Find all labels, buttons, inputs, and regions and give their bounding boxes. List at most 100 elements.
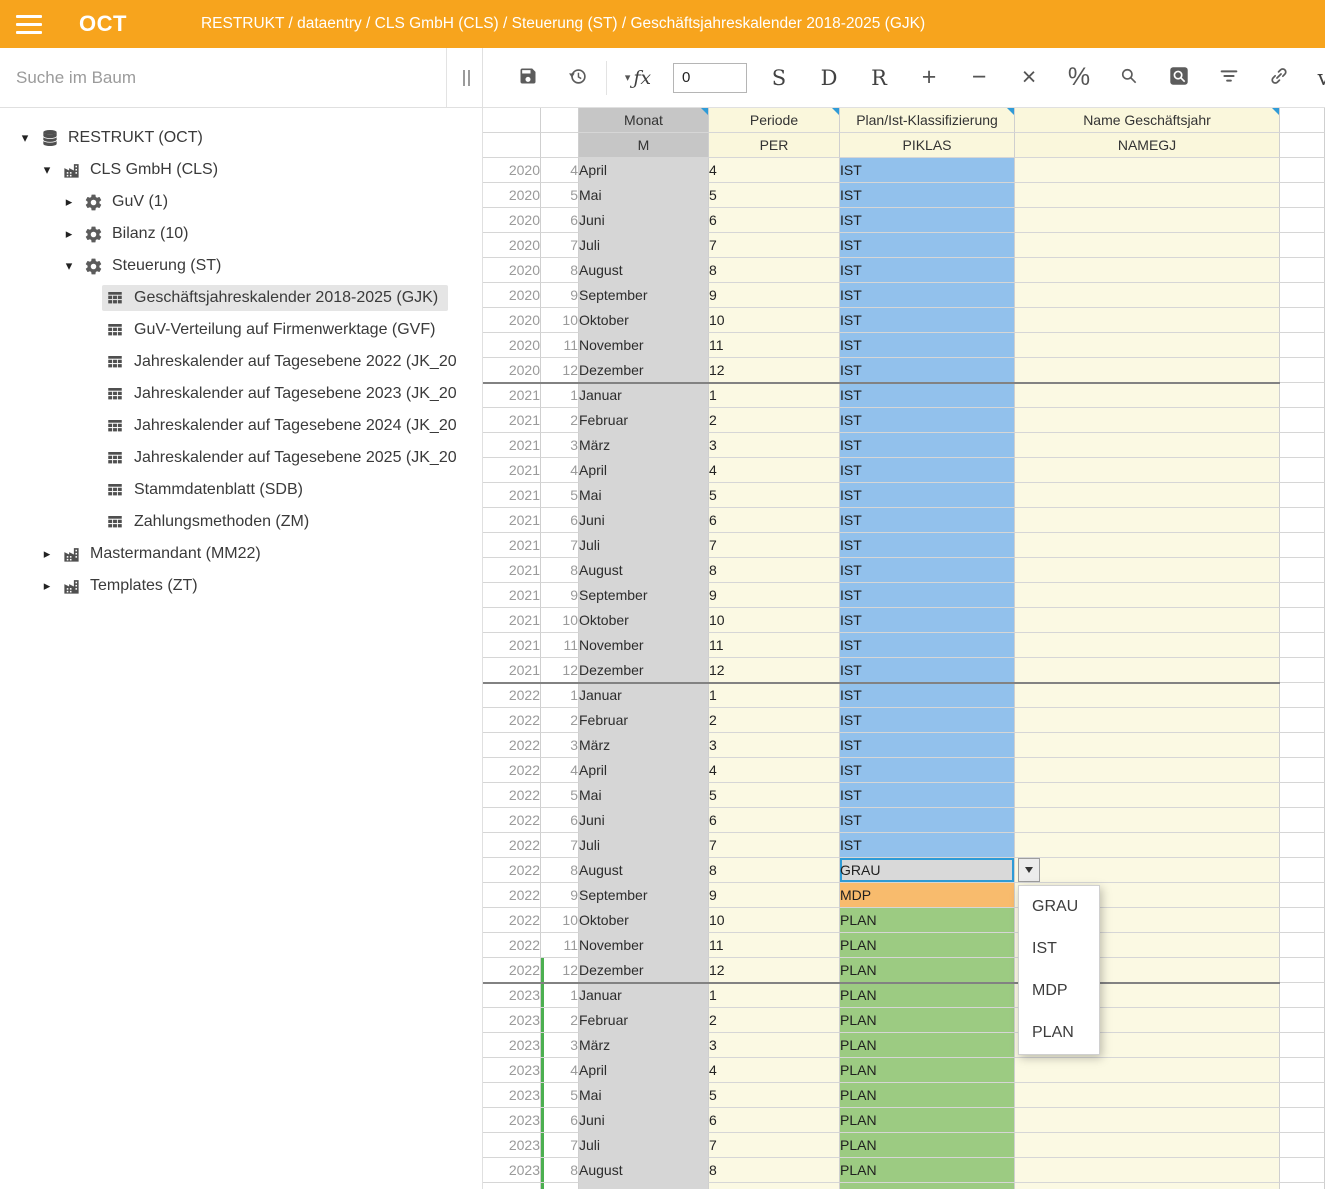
- cell-namegj[interactable]: [1015, 433, 1280, 458]
- subtract-button[interactable]: −: [954, 56, 1004, 100]
- tree-item[interactable]: ▾CLS GmbH (CLS): [0, 154, 482, 186]
- cell-monat[interactable]: Dezember: [579, 358, 709, 383]
- cell-piklas[interactable]: IST: [840, 183, 1015, 208]
- cell-piklas[interactable]: IST: [840, 683, 1015, 708]
- cell-piklas[interactable]: PLAN: [840, 1158, 1015, 1183]
- cell-periode[interactable]: 12: [709, 358, 840, 383]
- cell-periode[interactable]: 1: [709, 683, 840, 708]
- add-button[interactable]: +: [904, 56, 954, 100]
- cell-namegj[interactable]: [1015, 233, 1280, 258]
- tree-item[interactable]: Jahreskalender auf Tagesebene 2023 (JK_2…: [0, 378, 482, 410]
- cell-piklas[interactable]: IST: [840, 808, 1015, 833]
- cell-namegj[interactable]: [1015, 358, 1280, 383]
- tree-item-content[interactable]: Mastermandant (MM22): [58, 541, 271, 568]
- cell-monat[interactable]: März: [579, 733, 709, 758]
- cell-monat[interactable]: Mai: [579, 183, 709, 208]
- cell-namegj[interactable]: [1015, 733, 1280, 758]
- cell-monat[interactable]: September: [579, 283, 709, 308]
- cell-monat[interactable]: Mai: [579, 783, 709, 808]
- tree-item[interactable]: Geschäftsjahreskalender 2018-2025 (GJK): [0, 282, 482, 314]
- dropdown-option[interactable]: IST: [1019, 928, 1099, 970]
- cell-piklas[interactable]: GRAU: [840, 858, 1015, 883]
- cell-piklas[interactable]: IST: [840, 633, 1015, 658]
- cell-monat[interactable]: Oktober: [579, 908, 709, 933]
- cell-piklas[interactable]: IST: [840, 208, 1015, 233]
- cell-periode[interactable]: 7: [709, 233, 840, 258]
- cell-monat[interactable]: September: [579, 883, 709, 908]
- cell-periode[interactable]: 2: [709, 1008, 840, 1033]
- tree-item-content[interactable]: Zahlungsmethoden (ZM): [102, 509, 319, 535]
- cell-monat[interactable]: Oktober: [579, 308, 709, 333]
- tree-item-content[interactable]: Geschäftsjahreskalender 2018-2025 (GJK): [102, 285, 448, 311]
- cell-namegj[interactable]: [1015, 383, 1280, 408]
- cell-periode[interactable]: 3: [709, 433, 840, 458]
- tree-item[interactable]: Jahreskalender auf Tagesebene 2025 (JK_2…: [0, 442, 482, 474]
- link-button[interactable]: [1254, 56, 1304, 100]
- percent-button[interactable]: %: [1054, 56, 1104, 100]
- cell-namegj[interactable]: [1015, 258, 1280, 283]
- cell-piklas[interactable]: PLAN: [840, 958, 1015, 983]
- cell-monat[interactable]: Juli: [579, 533, 709, 558]
- cell-piklas[interactable]: PLAN: [840, 1083, 1015, 1108]
- tree-item-content[interactable]: Stammdatenblatt (SDB): [102, 477, 313, 503]
- chevron-right-icon[interactable]: ▸: [36, 546, 58, 562]
- cell-periode[interactable]: 11: [709, 633, 840, 658]
- cell-piklas[interactable]: PLAN: [840, 1008, 1015, 1033]
- cell-piklas[interactable]: IST: [840, 833, 1015, 858]
- cell-periode[interactable]: 7: [709, 533, 840, 558]
- tree-item-content[interactable]: Templates (ZT): [58, 573, 208, 600]
- tree-item-content[interactable]: Steuerung (ST): [80, 253, 231, 280]
- cell-periode[interactable]: 7: [709, 833, 840, 858]
- cell-piklas[interactable]: IST: [840, 658, 1015, 683]
- cell-periode[interactable]: 8: [709, 858, 840, 883]
- dropdown-option[interactable]: GRAU: [1019, 886, 1099, 928]
- cell-piklas[interactable]: PLAN: [840, 933, 1015, 958]
- cell-piklas[interactable]: IST: [840, 558, 1015, 583]
- cell-periode[interactable]: 5: [709, 1083, 840, 1108]
- chevron-right-icon[interactable]: ▸: [58, 226, 80, 242]
- cell-periode[interactable]: 12: [709, 658, 840, 683]
- tree-item[interactable]: ▸Templates (ZT): [0, 570, 482, 602]
- cell-monat[interactable]: Juni: [579, 508, 709, 533]
- tree-item-content[interactable]: GuV-Verteilung auf Firmenwerktage (GVF): [102, 317, 445, 343]
- chevron-down-icon[interactable]: ▾: [14, 130, 36, 146]
- cell-namegj[interactable]: [1015, 483, 1280, 508]
- cell-dropdown-button[interactable]: [1018, 858, 1040, 882]
- cell-piklas[interactable]: IST: [840, 233, 1015, 258]
- cell-periode[interactable]: 3: [709, 1033, 840, 1058]
- cell-periode[interactable]: 4: [709, 158, 840, 183]
- cell-monat[interactable]: September: [579, 1183, 709, 1189]
- cell-monat[interactable]: Januar: [579, 683, 709, 708]
- cell-monat[interactable]: Dezember: [579, 958, 709, 983]
- cell-periode[interactable]: 6: [709, 1108, 840, 1133]
- cell-monat[interactable]: Juni: [579, 1108, 709, 1133]
- cell-monat[interactable]: Januar: [579, 983, 709, 1008]
- cell-periode[interactable]: 9: [709, 583, 840, 608]
- tree-item-content[interactable]: Jahreskalender auf Tagesebene 2022 (JK_2…: [102, 349, 467, 375]
- cell-namegj[interactable]: [1015, 333, 1280, 358]
- cell-namegj[interactable]: [1015, 408, 1280, 433]
- cell-monat[interactable]: März: [579, 1033, 709, 1058]
- cell-namegj[interactable]: [1015, 583, 1280, 608]
- cell-piklas[interactable]: PLAN: [840, 1033, 1015, 1058]
- cell-monat[interactable]: Juni: [579, 208, 709, 233]
- cell-piklas[interactable]: PLAN: [840, 1058, 1015, 1083]
- column-header-piklas[interactable]: Plan/Ist-Klassifizierung: [840, 108, 1015, 133]
- tree-item[interactable]: Stammdatenblatt (SDB): [0, 474, 482, 506]
- cell-periode[interactable]: 4: [709, 1058, 840, 1083]
- cell-namegj[interactable]: [1015, 183, 1280, 208]
- menu-icon[interactable]: [16, 15, 42, 34]
- cell-periode[interactable]: 9: [709, 283, 840, 308]
- tree-item-content[interactable]: Jahreskalender auf Tagesebene 2025 (JK_2…: [102, 445, 467, 471]
- cell-monat[interactable]: Februar: [579, 708, 709, 733]
- cell-periode[interactable]: 10: [709, 608, 840, 633]
- cell-namegj[interactable]: [1015, 633, 1280, 658]
- history-button[interactable]: [553, 56, 603, 100]
- column-code-piklas[interactable]: PIKLAS: [840, 133, 1015, 158]
- cell-piklas[interactable]: IST: [840, 408, 1015, 433]
- cell-piklas[interactable]: IST: [840, 383, 1015, 408]
- cell-namegj[interactable]: [1015, 1058, 1280, 1083]
- d-button[interactable]: D: [804, 56, 854, 100]
- cell-periode[interactable]: 6: [709, 208, 840, 233]
- cell-piklas[interactable]: IST: [840, 533, 1015, 558]
